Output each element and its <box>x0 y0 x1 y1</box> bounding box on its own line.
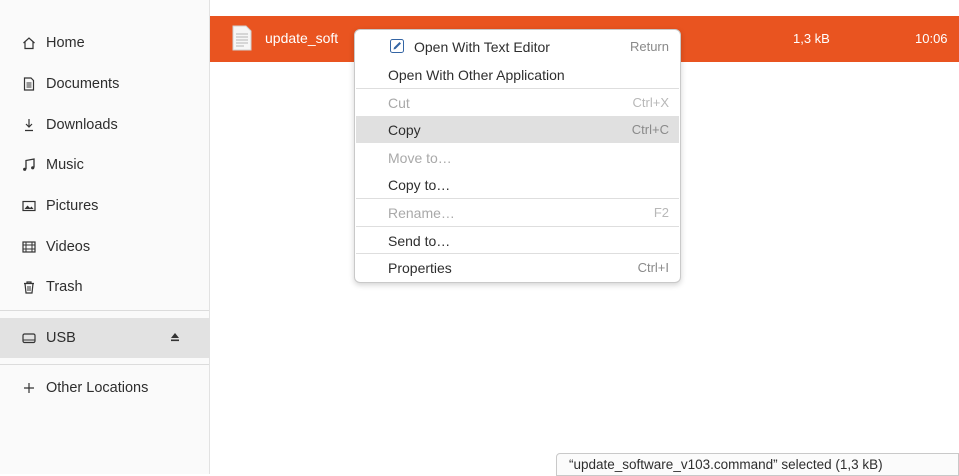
menu-item-label: Rename… <box>388 204 455 221</box>
menu-accelerator: Ctrl+C <box>631 122 669 137</box>
documents-icon <box>22 77 36 91</box>
sidebar-item-label: Music <box>46 157 84 173</box>
sidebar-item-label: Videos <box>46 239 91 255</box>
menu-item-label: Move to… <box>388 149 452 166</box>
videos-icon <box>22 240 36 254</box>
menu-item-send-to[interactable]: Send to… <box>356 227 679 254</box>
menu-item-label: Properties <box>388 259 452 276</box>
sidebar-item-label: USB <box>46 330 76 346</box>
menu-item-open-with-text-editor[interactable]: Open With Text Editor Return <box>356 33 679 60</box>
sidebar-item-other-locations[interactable]: Other Locations <box>0 368 209 408</box>
plus-icon <box>22 381 36 395</box>
menu-item-cut[interactable]: Cut Ctrl+X <box>356 89 679 116</box>
file-name: update_soft <box>265 30 339 46</box>
sidebar-divider <box>0 364 209 365</box>
menu-item-label: Open With Text Editor <box>414 38 550 55</box>
sidebar-item-label: Home <box>46 35 85 51</box>
text-file-icon <box>232 25 252 51</box>
sidebar-item-downloads[interactable]: Downloads <box>0 105 209 145</box>
eject-icon[interactable] <box>170 331 180 343</box>
music-icon <box>22 158 36 172</box>
menu-accelerator: Ctrl+X <box>632 95 669 110</box>
pictures-icon <box>22 199 36 213</box>
menu-item-label: Copy <box>388 121 421 138</box>
menu-item-label: Send to… <box>388 232 451 249</box>
downloads-icon <box>22 118 36 132</box>
sidebar-item-label: Downloads <box>46 117 118 133</box>
sidebar-divider <box>0 310 209 311</box>
menu-item-copy-to[interactable]: Copy to… <box>356 171 679 198</box>
sidebar-item-label: Trash <box>46 279 83 295</box>
menu-accelerator: F2 <box>653 205 669 220</box>
status-bar: “update_software_v103.command” selected … <box>556 453 959 476</box>
home-icon <box>22 36 36 50</box>
sidebar-item-usb[interactable]: USB <box>0 318 209 358</box>
sidebar: Home Documents Downloads Music Pictures … <box>0 0 210 474</box>
menu-item-move-to[interactable]: Move to… <box>356 144 679 171</box>
sidebar-item-trash[interactable]: Trash <box>0 267 209 307</box>
menu-accelerator: Return <box>629 39 669 54</box>
menu-item-label: Cut <box>388 94 410 111</box>
text-editor-icon <box>390 39 404 53</box>
menu-item-label: Copy to… <box>388 176 451 193</box>
sidebar-item-music[interactable]: Music <box>0 145 209 185</box>
menu-item-copy[interactable]: Copy Ctrl+C <box>356 116 679 143</box>
menu-item-open-with-other-application[interactable]: Open With Other Application <box>356 61 679 88</box>
sidebar-item-label: Documents <box>46 76 120 92</box>
menu-item-label: Open With Other Application <box>388 66 565 83</box>
trash-icon <box>22 280 36 294</box>
context-menu: Open With Text Editor Return Open With O… <box>354 29 681 283</box>
drive-icon <box>22 331 36 345</box>
menu-item-rename[interactable]: Rename… F2 <box>356 199 679 226</box>
menu-accelerator: Ctrl+I <box>637 260 669 275</box>
file-modified-time: 10:06 <box>915 31 948 46</box>
sidebar-item-label: Pictures <box>46 198 99 214</box>
sidebar-item-documents[interactable]: Documents <box>0 64 209 104</box>
file-size: 1,3 kB <box>793 31 830 46</box>
sidebar-item-videos[interactable]: Videos <box>0 227 209 267</box>
sidebar-item-home[interactable]: Home <box>0 23 209 63</box>
sidebar-item-label: Other Locations <box>46 380 149 396</box>
sidebar-item-pictures[interactable]: Pictures <box>0 186 209 226</box>
menu-item-properties[interactable]: Properties Ctrl+I <box>356 254 679 281</box>
